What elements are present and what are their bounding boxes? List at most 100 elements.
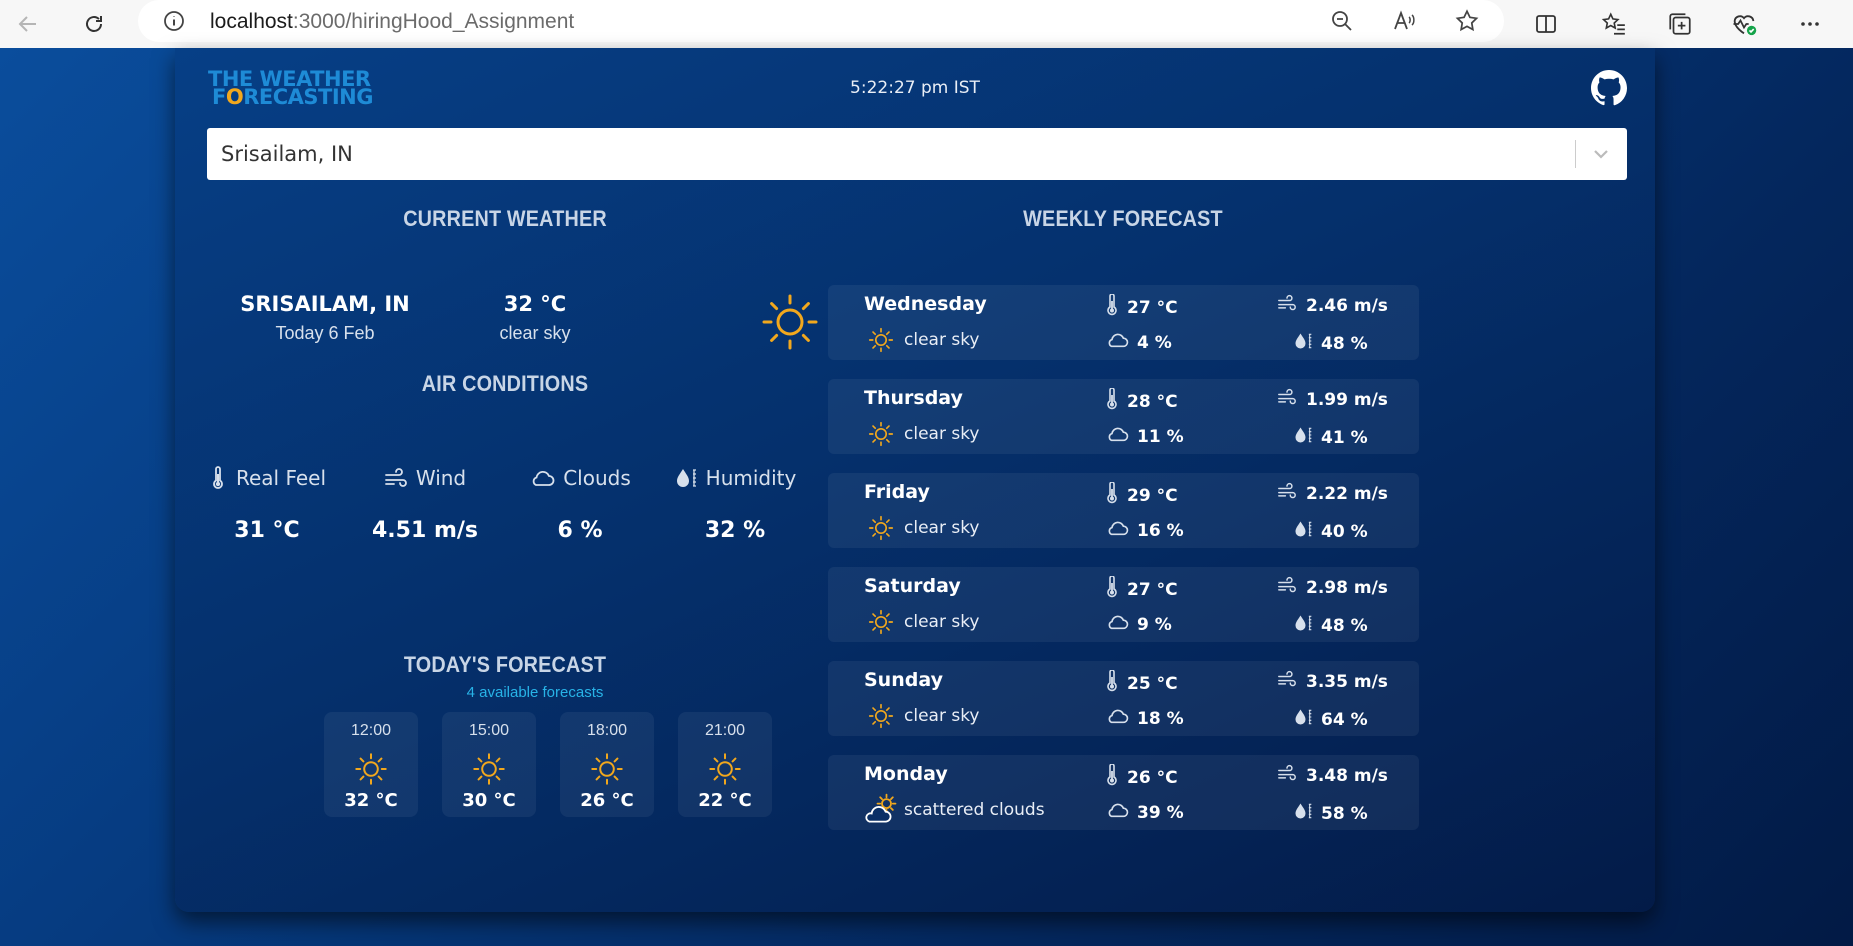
- wind-icon: [384, 468, 407, 487]
- available-forecasts-count: 4 available forecasts: [466, 684, 604, 701]
- day-humidity: 41 %: [1321, 427, 1368, 448]
- day-wind: 2.98 m/s: [1306, 577, 1388, 598]
- thermometer-icon: [213, 466, 223, 489]
- day-name: Saturday: [864, 575, 961, 597]
- current-city: SRISAILAM, IN: [240, 292, 410, 316]
- day-wind-cell: 1.99 m/s: [1276, 388, 1388, 411]
- split-screen-icon: [1536, 15, 1556, 33]
- day-wind-cell: 2.22 m/s: [1276, 482, 1388, 505]
- chevron-down-icon[interactable]: [1589, 142, 1613, 166]
- day-temperature: 28 °C: [1127, 391, 1178, 412]
- day-humidity-cell: 41 %: [1293, 424, 1368, 451]
- address-bar[interactable]: localhost:3000/hiringHood_Assignment: [138, 0, 1504, 42]
- day-clouds-cell: 39 %: [1105, 800, 1184, 825]
- github-link[interactable]: [1591, 70, 1628, 106]
- zoom-out-icon[interactable]: [1330, 9, 1354, 33]
- humidity-value: 32 %: [704, 518, 766, 543]
- weekly-day-card: Wednesday 27 °C 2.46 m/s clear sky 4 % 48 %: [828, 285, 1419, 360]
- logo-rest: recasting: [243, 85, 373, 109]
- day-temperature-cell: 25 °C: [1105, 669, 1178, 697]
- more-dots-icon: [1801, 22, 1819, 26]
- hour-time: 21:00: [704, 722, 746, 739]
- favorite-star-icon[interactable]: [1454, 8, 1480, 34]
- cloud-icon: [1105, 800, 1129, 825]
- cloud-icon: [532, 470, 555, 486]
- logo-letter-f: F: [212, 85, 226, 109]
- day-clouds: 18 %: [1137, 708, 1184, 729]
- day-name: Friday: [864, 481, 930, 503]
- sun-icon: [355, 753, 387, 785]
- humidity-label: Humidity: [705, 466, 797, 490]
- thermometer-icon: [1105, 387, 1119, 415]
- cloud-icon: [1105, 706, 1129, 731]
- sun-icon: [868, 703, 894, 729]
- day-humidity: 48 %: [1321, 333, 1368, 354]
- day-name: Thursday: [864, 387, 963, 409]
- current-time: 5:22:27 pm IST: [850, 78, 980, 98]
- current-temperature: 32 °C: [503, 292, 567, 316]
- day-humidity: 40 %: [1321, 521, 1368, 542]
- day-humidity-cell: 58 %: [1293, 800, 1368, 827]
- split-screen-button[interactable]: [1528, 6, 1564, 42]
- humidity-icon: [676, 469, 696, 487]
- browser-health-button[interactable]: [1726, 6, 1762, 42]
- humidity-icon: [1293, 330, 1313, 357]
- day-temperature-cell: 29 °C: [1105, 481, 1178, 509]
- current-description: clear sky: [499, 323, 571, 343]
- clouds-value: 6 %: [557, 518, 603, 543]
- weekly-day-card: Saturday 27 °C 2.98 m/s clear sky 9 % 48 %: [828, 567, 1419, 642]
- day-wind-cell: 2.98 m/s: [1276, 576, 1388, 599]
- day-description: clear sky: [904, 518, 980, 538]
- url-text[interactable]: localhost:3000/hiringHood_Assignment: [210, 10, 574, 34]
- day-description: clear sky: [904, 424, 980, 444]
- collections-icon: [1669, 13, 1691, 35]
- back-button[interactable]: [10, 6, 46, 42]
- day-humidity-cell: 64 %: [1293, 706, 1368, 733]
- thermometer-icon: [1105, 293, 1119, 321]
- wind-label: Wind: [415, 466, 467, 490]
- day-clouds-cell: 18 %: [1105, 706, 1184, 731]
- hourly-forecast-card: 18:00 26 °C: [560, 712, 654, 817]
- hourly-forecast-card: 21:00 22 °C: [678, 712, 772, 817]
- city-search-select[interactable]: [207, 128, 1627, 180]
- day-name: Monday: [864, 763, 948, 785]
- reload-icon: [86, 16, 102, 32]
- city-search-input[interactable]: [221, 128, 1561, 180]
- weekly-day-card: Sunday 25 °C 3.35 m/s clear sky 18 % 64 %: [828, 661, 1419, 736]
- weekly-day-card: Friday 29 °C 2.22 m/s clear sky 16 % 40 %: [828, 473, 1419, 548]
- air-conditions-title: AIR CONDITIONS: [421, 371, 589, 396]
- read-aloud-icon[interactable]: [1392, 9, 1416, 33]
- humidity-icon: [1293, 424, 1313, 451]
- thermometer-icon: [1105, 481, 1119, 509]
- info-icon[interactable]: [162, 9, 186, 33]
- humidity-label-row: Humidity: [650, 466, 820, 490]
- sun-icon: [709, 753, 741, 785]
- current-date: Today 6 Feb: [275, 323, 375, 343]
- reload-button[interactable]: [76, 6, 112, 42]
- day-wind-cell: 3.48 m/s: [1276, 764, 1388, 787]
- air-condition-clouds: Clouds 6 %: [495, 466, 665, 596]
- sun-icon: [868, 609, 894, 635]
- app-logo[interactable]: The Weather Forecasting: [208, 69, 378, 109]
- day-wind-cell: 2.46 m/s: [1276, 294, 1388, 317]
- thermometer-icon: [1105, 575, 1119, 603]
- real-feel-value: 31 °C: [234, 518, 300, 543]
- sun-icon: [868, 515, 894, 541]
- day-clouds-cell: 9 %: [1105, 612, 1172, 637]
- cloud-sun-icon: [864, 791, 900, 827]
- wind-icon: [1276, 764, 1298, 787]
- thermometer-icon: [1105, 763, 1119, 791]
- day-description: clear sky: [904, 612, 980, 632]
- favorites-list-icon: [1601, 12, 1625, 35]
- day-temperature: 29 °C: [1127, 485, 1178, 506]
- cloud-icon: [1105, 424, 1129, 449]
- hour-time: 18:00: [586, 722, 628, 739]
- humidity-icon: [1293, 706, 1313, 733]
- day-clouds: 11 %: [1137, 426, 1184, 447]
- more-menu-button[interactable]: [1792, 6, 1828, 42]
- collections-button[interactable]: [1662, 6, 1698, 42]
- day-clouds: 39 %: [1137, 802, 1184, 823]
- favorites-button[interactable]: [1596, 6, 1632, 42]
- page-background: The Weather Forecasting 5:22:27 pm IST C…: [0, 48, 1853, 946]
- dropdown-separator: [1575, 140, 1576, 168]
